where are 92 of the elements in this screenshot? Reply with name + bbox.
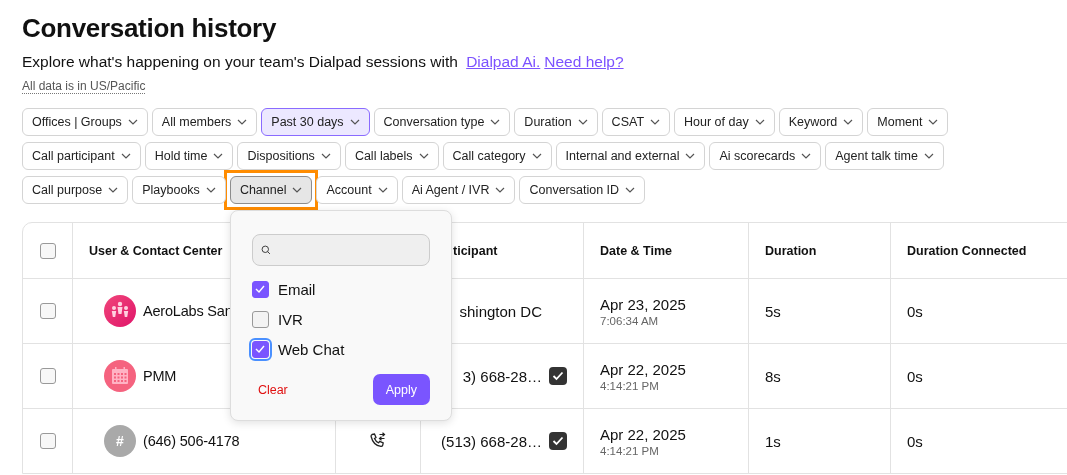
participant[interactable]: shington DC	[459, 302, 542, 320]
channel-option[interactable]: IVR	[251, 304, 430, 334]
filter-dropdown[interactable]: Call participant	[22, 142, 141, 170]
checkbox[interactable]	[251, 280, 269, 298]
help-link[interactable]: Dialpad Ai.	[466, 53, 541, 70]
duration-connected: 0s	[907, 302, 923, 320]
column-header[interactable]: Duration	[765, 243, 817, 258]
filter-dropdown[interactable]: All members	[151, 108, 258, 136]
checkbox[interactable]	[39, 303, 56, 319]
filter-dropdown[interactable]: Call category	[442, 142, 552, 170]
filter-dropdown[interactable]: Offices | Groups	[22, 108, 148, 136]
column-header[interactable]: Date & Time	[600, 243, 672, 258]
chevron-icon	[213, 153, 224, 159]
column-header[interactable]: ticipant	[453, 243, 498, 258]
filter-dropdown[interactable]: Account	[316, 176, 398, 204]
filter-dropdown[interactable]: Ai scorecards	[709, 142, 822, 170]
chevron-icon	[418, 153, 429, 159]
chevron-icon	[377, 187, 388, 193]
chevron-icon	[650, 119, 661, 125]
page-title: Conversation history	[22, 12, 278, 44]
chevron-icon	[577, 119, 588, 125]
filter-dropdown[interactable]: Internal and external	[555, 142, 706, 170]
chevron-icon	[754, 119, 765, 125]
clear-button[interactable]: Clear	[251, 382, 294, 397]
chevron-icon	[120, 153, 131, 159]
duration-connected: 0s	[907, 367, 923, 385]
checkbox[interactable]	[251, 310, 269, 328]
filter-dropdown[interactable]: Call purpose	[22, 176, 129, 204]
filter-dropdown[interactable]: Playbooks	[132, 176, 226, 204]
help-link[interactable]: Need help?	[544, 53, 624, 70]
chevron-icon	[108, 187, 119, 193]
channel-option[interactable]: Web Chat	[251, 334, 430, 364]
group-avatar-icon	[104, 295, 136, 327]
search-field[interactable]	[251, 234, 430, 266]
page-description: Explore what's happening on your team's Dialpad sessions with Dialpad Ai. Need help?	[22, 52, 625, 72]
chevron-icon	[292, 187, 303, 193]
participant[interactable]: 3) 668-28…	[462, 367, 542, 385]
time: 7:06:34 AM	[600, 314, 659, 327]
filter-dropdown[interactable]: Agent talk time	[825, 142, 944, 170]
chevron-icon	[349, 119, 360, 125]
chevron-icon	[495, 187, 506, 193]
chevron-icon	[205, 187, 216, 193]
column-header[interactable]: User & Contact Center	[89, 243, 223, 258]
user-name[interactable]: (646) 506-4178	[143, 433, 240, 449]
chevron-icon	[127, 119, 138, 125]
apply-button[interactable]: Apply	[372, 374, 430, 405]
filter-dropdown[interactable]: Duration	[514, 108, 598, 136]
date: Apr 22, 2025	[600, 360, 686, 378]
filter-dropdown[interactable]: Conversation type	[373, 108, 511, 136]
checkbox[interactable]	[251, 340, 269, 358]
filter-dropdown[interactable]: Keyword	[778, 108, 864, 136]
filter-dropdown[interactable]: Past 30 days	[261, 108, 370, 136]
time: 4:14:21 PM	[600, 379, 659, 392]
filter-dropdown[interactable]: Channel	[229, 176, 313, 204]
filter-dropdown[interactable]: Call labels	[344, 142, 439, 170]
channel-option[interactable]: Email	[251, 274, 430, 304]
filter-dropdown[interactable]: Moment	[867, 108, 949, 136]
chevron-icon	[685, 153, 696, 159]
checkbox[interactable]	[39, 242, 56, 259]
duration: 1s	[765, 432, 781, 450]
timezone-note[interactable]: All data is in US/Pacific	[22, 79, 146, 94]
chevron-icon	[843, 119, 854, 125]
calendar-avatar-icon	[104, 360, 136, 392]
chevron-icon	[923, 153, 934, 159]
filter-dropdown[interactable]: Ai Agent / IVR	[401, 176, 516, 204]
filter-dropdown[interactable]: Dispositions	[237, 142, 341, 170]
chevron-icon	[531, 153, 542, 159]
checkbox[interactable]	[39, 433, 56, 449]
duration: 8s	[765, 367, 781, 385]
date: Apr 22, 2025	[600, 425, 686, 443]
chevron-icon	[237, 119, 248, 125]
number-avatar: #	[104, 425, 136, 457]
user-name[interactable]: PMM	[143, 368, 177, 384]
participant[interactable]: (513) 668-28…	[441, 432, 542, 450]
duration-connected: 0s	[907, 432, 923, 450]
filter-dropdown[interactable]: Hour of day	[674, 108, 775, 136]
date: Apr 23, 2025	[600, 295, 686, 313]
check-icon	[255, 285, 266, 293]
search-icon	[260, 243, 271, 257]
filter-dropdown[interactable]: CSAT	[601, 108, 671, 136]
column-header[interactable]: Duration Connected	[907, 243, 1027, 258]
chevron-icon	[625, 187, 636, 193]
chevron-icon	[320, 153, 331, 159]
duration: 5s	[765, 302, 781, 320]
chevron-icon	[801, 153, 812, 159]
filter-dropdown[interactable]: Conversation ID	[519, 176, 646, 204]
chevron-icon	[928, 119, 939, 125]
time: 4:14:21 PM	[600, 444, 659, 457]
filter-dropdown[interactable]: Hold time	[144, 142, 234, 170]
check-icon	[255, 345, 266, 353]
checkbox[interactable]	[39, 368, 56, 384]
chevron-icon	[490, 119, 501, 125]
